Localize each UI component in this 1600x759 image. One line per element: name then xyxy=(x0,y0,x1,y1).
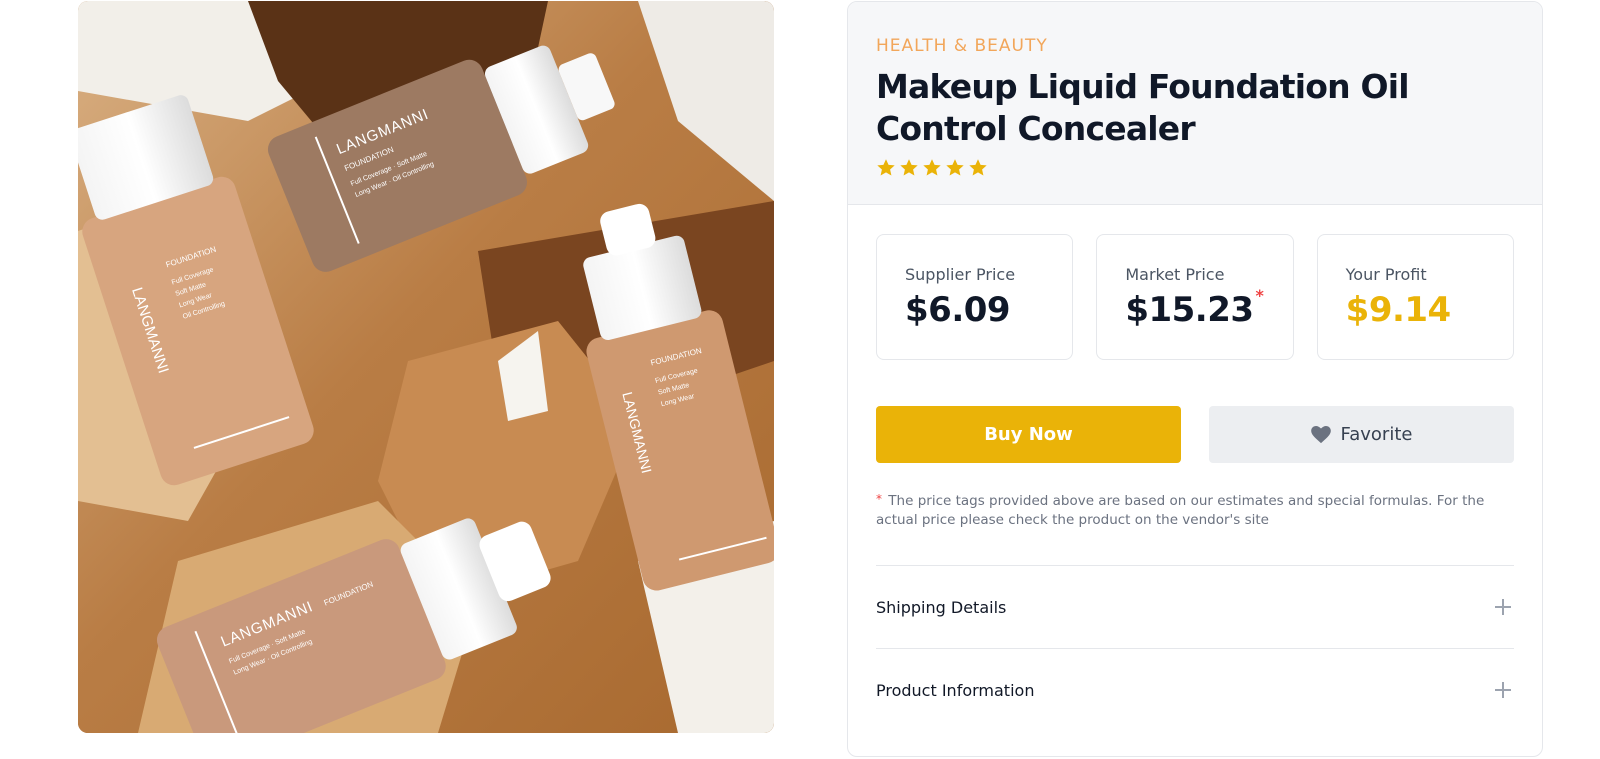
market-price-value: $15.23 * xyxy=(1125,286,1264,330)
price-value-text: $9.14 xyxy=(1345,290,1452,330)
action-buttons: Buy Now Favorite xyxy=(876,406,1514,463)
star-icon xyxy=(877,159,895,176)
product-header: HEALTH & BEAUTY Makeup Liquid Foundation… xyxy=(848,2,1542,205)
favorite-button[interactable]: Favorite xyxy=(1209,406,1514,463)
plus-icon[interactable] xyxy=(1494,681,1512,699)
supplier-price-box: Supplier Price $6.09 xyxy=(876,234,1074,360)
supplier-price-value: $6.09 xyxy=(905,290,1044,330)
buy-now-button[interactable]: Buy Now xyxy=(876,406,1181,463)
foundation-bottles-photo: LANGMANNI FOUNDATION Full Coverage · Sof… xyxy=(78,1,774,733)
market-price-box: Market Price $15.23 * xyxy=(1096,234,1294,360)
product-category: HEALTH & BEAUTY xyxy=(876,36,1048,56)
accordion-product-information[interactable]: Product Information xyxy=(876,648,1514,731)
price-value-text: $15.23 xyxy=(1125,290,1254,330)
star-icon xyxy=(969,159,987,176)
price-label: Supplier Price xyxy=(905,265,1016,284)
price-disclaimer: * The price tags provided above are base… xyxy=(876,492,1514,530)
price-label: Market Price xyxy=(1125,265,1225,284)
details-accordion: Shipping Details Product Information xyxy=(876,565,1514,731)
profit-box: Your Profit $9.14 xyxy=(1316,234,1514,360)
profit-value: $9.14 xyxy=(1346,290,1485,330)
star-icon xyxy=(900,159,918,176)
rating-stars xyxy=(876,158,1514,178)
disclaimer-text: The price tags provided above are based … xyxy=(876,493,1485,528)
star-icon xyxy=(946,159,964,176)
product-title: Makeup Liquid Foundation Oil Control Con… xyxy=(876,67,1410,148)
price-value-text: $6.09 xyxy=(905,290,1011,330)
product-detail-card: HEALTH & BEAUTY Makeup Liquid Foundation… xyxy=(847,1,1543,757)
accordion-label: Shipping Details xyxy=(876,597,1007,617)
price-label: Your Profit xyxy=(1345,265,1427,284)
star-icon xyxy=(923,159,941,176)
product-image: LANGMANNI FOUNDATION Full Coverage · Sof… xyxy=(78,1,774,733)
accordion-shipping-details[interactable]: Shipping Details xyxy=(876,565,1514,648)
disclaimer-asterisk: * xyxy=(876,492,882,506)
favorite-label: Favorite xyxy=(1340,424,1413,445)
accordion-label: Product Information xyxy=(876,680,1035,700)
plus-icon[interactable] xyxy=(1494,598,1512,616)
price-summary: Supplier Price $6.09 Market Price $15.23… xyxy=(876,234,1514,360)
price-asterisk: * xyxy=(1255,286,1264,305)
heart-icon xyxy=(1310,425,1331,443)
